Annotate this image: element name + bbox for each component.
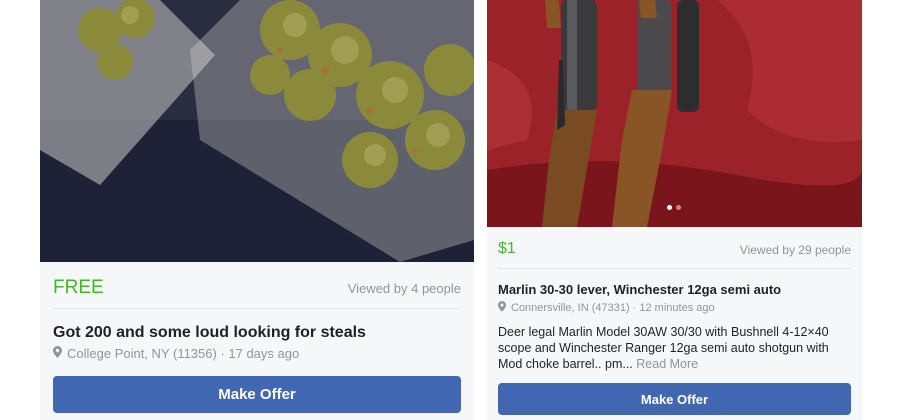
listing-card-left[interactable]: FREE Viewed by 4 people Got 200 and some… xyxy=(40,0,474,420)
listing-description: Deer legal Marlin Model 30AW 30/30 with … xyxy=(498,324,854,372)
pagination-dot[interactable] xyxy=(667,205,672,210)
view-count: Viewed by 29 people xyxy=(739,243,851,257)
make-offer-button[interactable]: Make Offer xyxy=(53,376,461,413)
listing-title[interactable]: Got 200 and some loud looking for steals xyxy=(53,324,366,342)
listing-photo[interactable] xyxy=(40,0,474,262)
photo-pagination[interactable] xyxy=(667,205,681,210)
listing-price: FREE xyxy=(53,277,104,298)
divider xyxy=(53,308,461,309)
location-text: College Point, NY (11356) · 17 days ago xyxy=(67,346,300,361)
listing-photo-image xyxy=(40,0,474,262)
listing-price: $1 xyxy=(498,240,516,257)
make-offer-button[interactable]: Make Offer xyxy=(498,383,851,415)
listing-photo[interactable] xyxy=(487,0,862,227)
listing-title[interactable]: Marlin 30-30 lever, Winchester 12ga semi… xyxy=(498,282,781,297)
location-pin-icon xyxy=(498,301,506,315)
read-more-link[interactable]: Read More xyxy=(636,357,698,371)
listing-location: Connersville, IN (47331) · 12 minutes ag… xyxy=(498,301,715,315)
location-text: Connersville, IN (47331) · 12 minutes ag… xyxy=(511,302,715,314)
view-count: Viewed by 4 people xyxy=(347,281,461,296)
location-pin-icon xyxy=(53,346,62,361)
listing-card-right[interactable]: $1 Viewed by 29 people Marlin 30-30 leve… xyxy=(487,0,862,420)
listing-photo-image xyxy=(487,0,862,227)
divider xyxy=(498,268,851,269)
pagination-dot[interactable] xyxy=(676,205,681,210)
listing-location: College Point, NY (11356) · 17 days ago xyxy=(53,346,299,361)
